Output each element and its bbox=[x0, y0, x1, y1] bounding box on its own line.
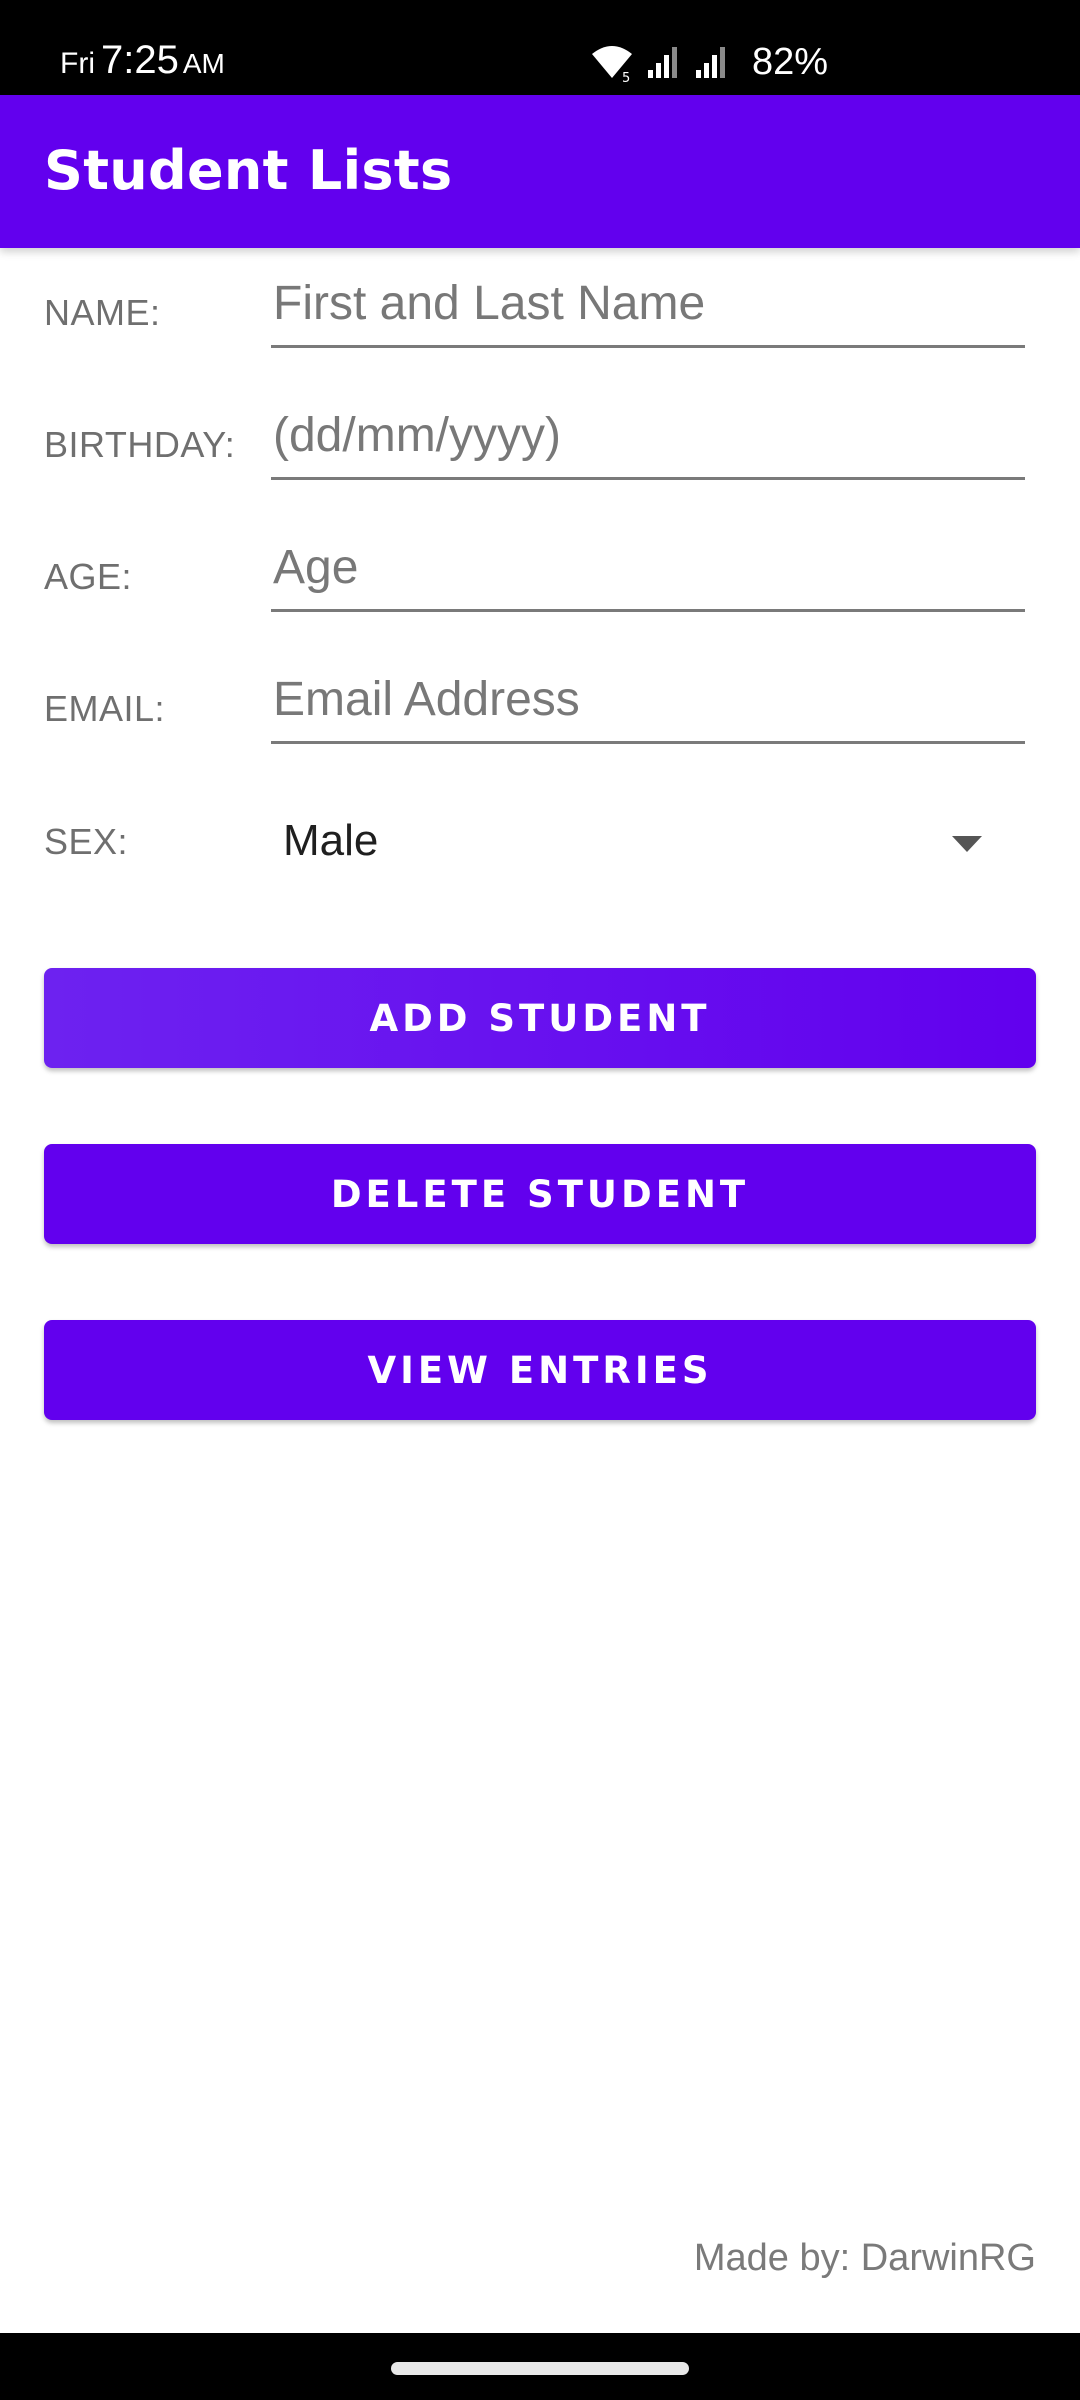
sex-spinner[interactable]: Male bbox=[271, 806, 1025, 886]
age-input[interactable] bbox=[271, 526, 1025, 612]
svg-text:5: 5 bbox=[622, 71, 630, 82]
add-student-button[interactable]: ADD STUDENT bbox=[44, 968, 1036, 1068]
signal-icon bbox=[694, 44, 730, 80]
name-input[interactable] bbox=[271, 262, 1025, 348]
delete-student-button[interactable]: DELETE STUDENT bbox=[44, 1144, 1036, 1244]
dropdown-arrow-icon bbox=[952, 836, 982, 857]
birthday-label: BIRTHDAY: bbox=[44, 424, 236, 465]
wifi-icon: 5 bbox=[590, 42, 634, 82]
navigation-bar bbox=[0, 2333, 1080, 2400]
sex-label: SEX: bbox=[44, 821, 129, 862]
app-title: Student Lists bbox=[44, 139, 453, 202]
email-label: EMAIL: bbox=[44, 688, 166, 729]
sex-selected-value: Male bbox=[283, 816, 379, 865]
signal-icon bbox=[646, 44, 682, 80]
status-icons: 5 82% bbox=[590, 40, 828, 84]
name-label: NAME: bbox=[44, 292, 161, 333]
app-bar: Student Lists bbox=[0, 95, 1080, 248]
status-day: Fri bbox=[60, 47, 95, 80]
footer-credit: Made by: DarwinRG bbox=[693, 2237, 1036, 2279]
age-label: AGE: bbox=[44, 556, 133, 597]
status-time: Fri 7:25 AM bbox=[60, 38, 225, 83]
birthday-input[interactable] bbox=[271, 394, 1025, 480]
screen: Fri 7:25 AM 5 82% Student Lists NAME: Fi… bbox=[0, 0, 1080, 2400]
name-row: NAME: bbox=[0, 262, 1080, 372]
status-clock: 7:25 bbox=[100, 38, 179, 82]
battery-text: 82% bbox=[752, 40, 829, 83]
view-entries-button[interactable]: VIEW ENTRIES bbox=[44, 1320, 1036, 1420]
age-row: AGE: bbox=[0, 526, 1080, 636]
home-gesture-handle[interactable] bbox=[391, 2362, 689, 2375]
email-row: EMAIL: bbox=[0, 658, 1080, 768]
status-bar: Fri 7:25 AM 5 82% bbox=[0, 0, 1080, 95]
birthday-row: BIRTHDAY: bbox=[0, 394, 1080, 504]
status-ampm: AM bbox=[182, 48, 225, 79]
email-input[interactable] bbox=[271, 658, 1025, 744]
